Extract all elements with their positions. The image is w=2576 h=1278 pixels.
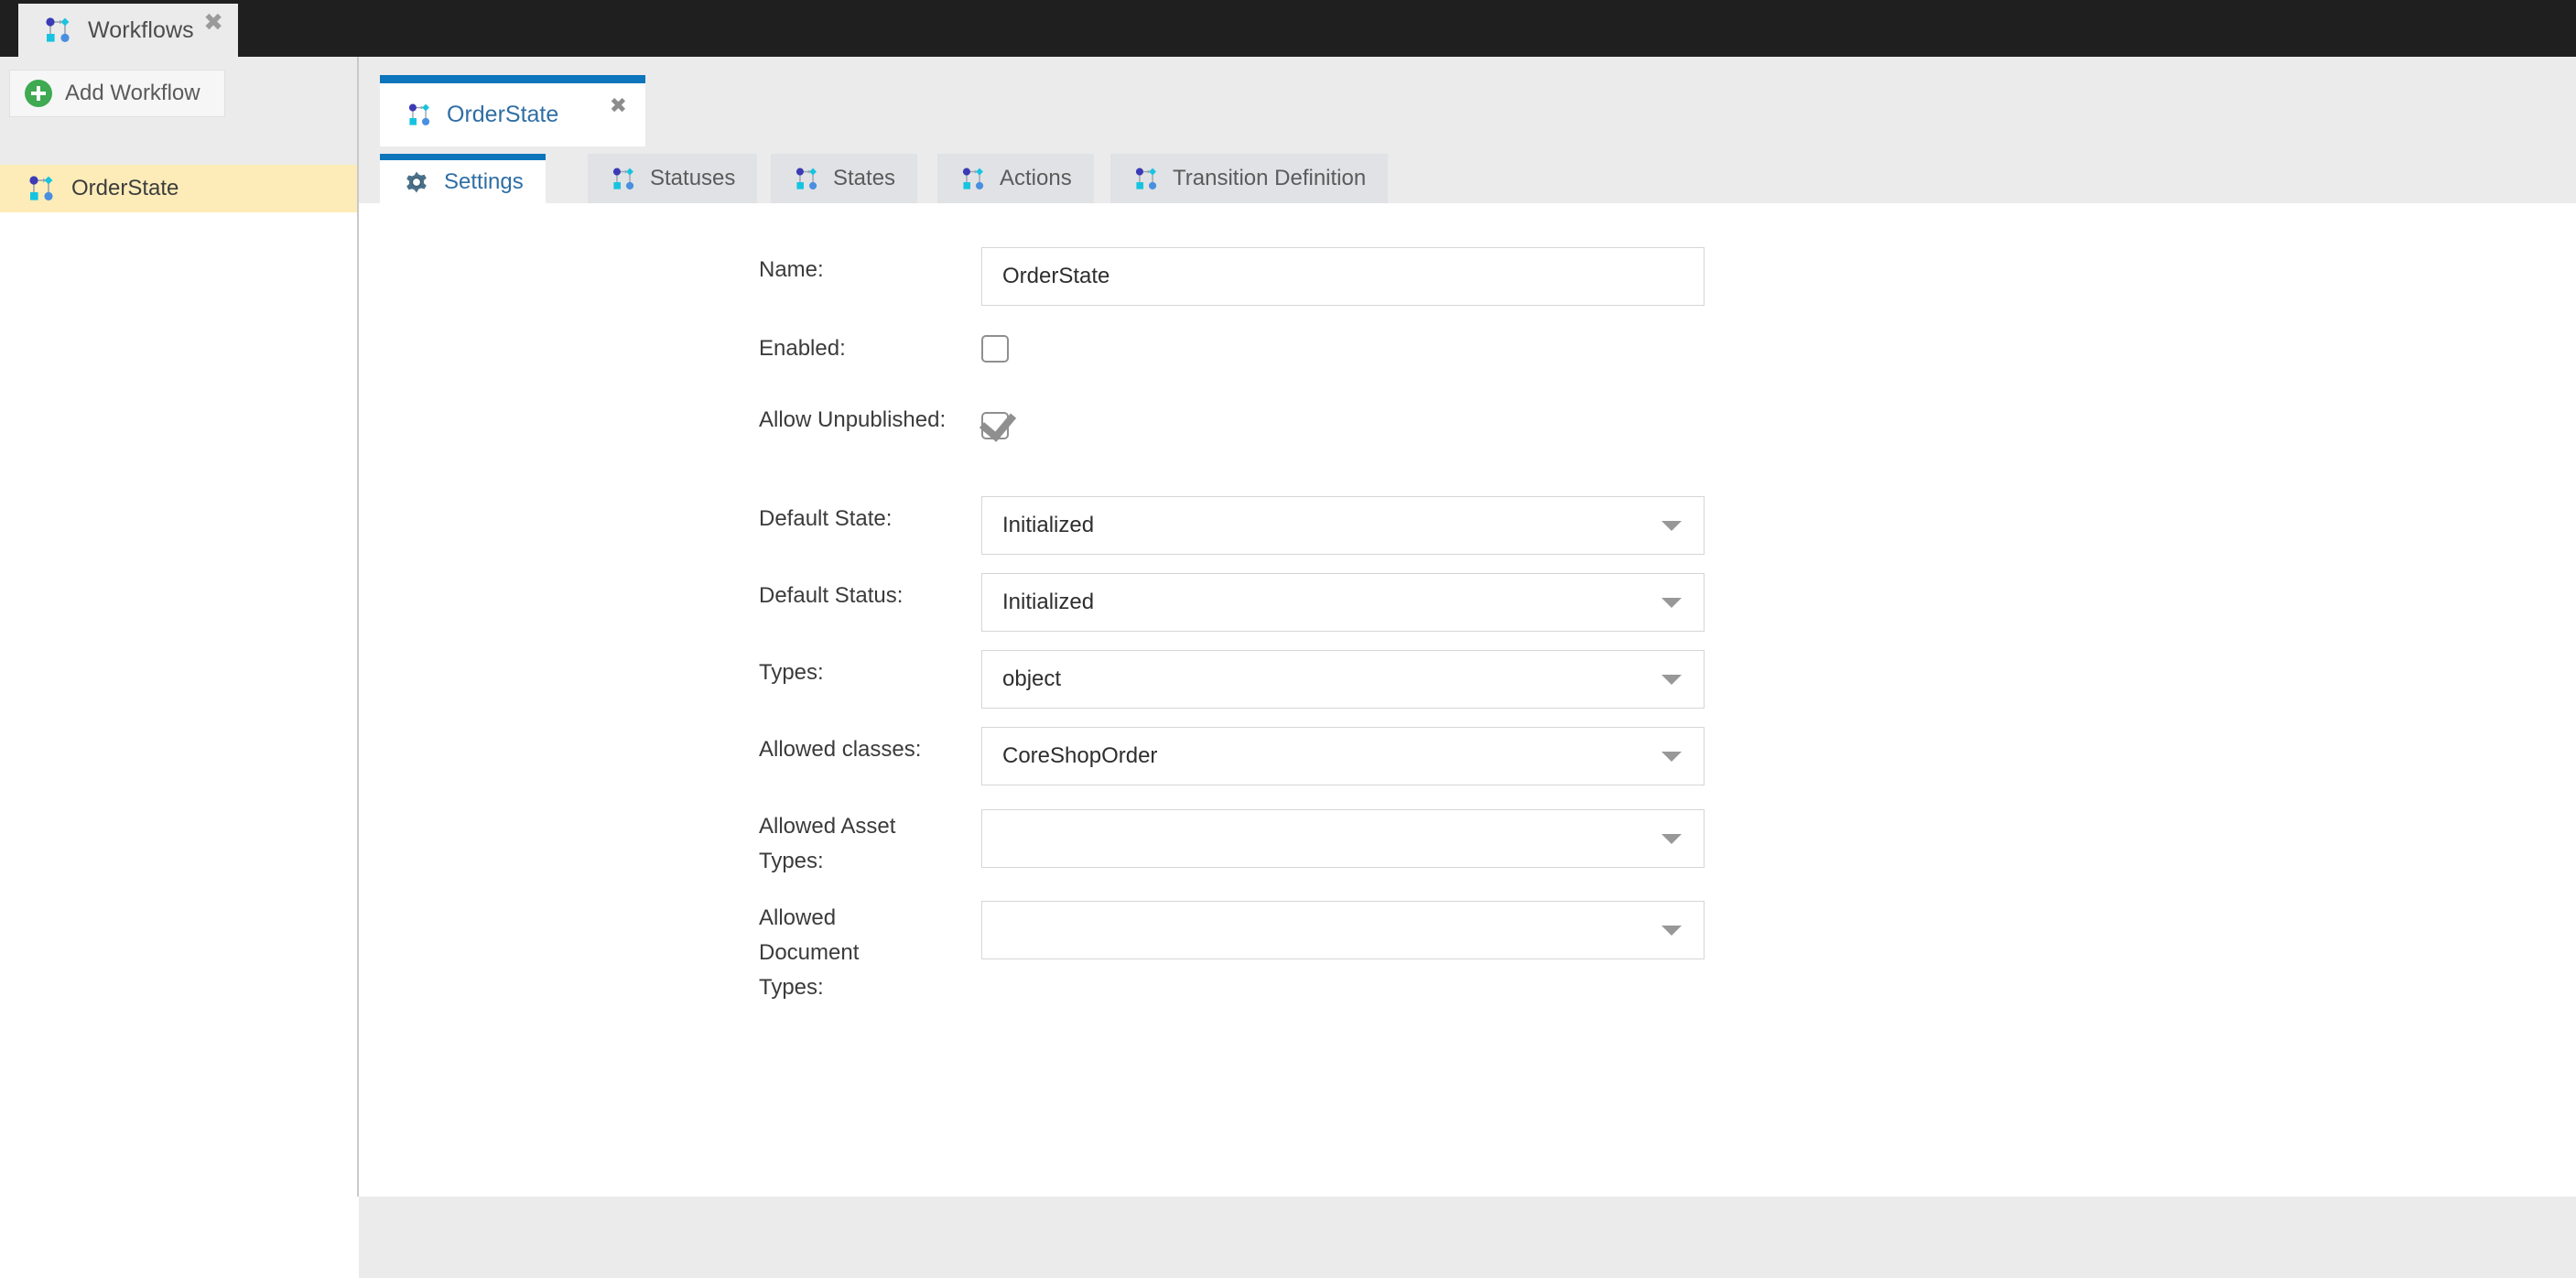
field-default-state: Default State: Initialized <box>759 496 1705 555</box>
tab-transition-definition-label: Transition Definition <box>1173 166 1366 191</box>
field-allow-unpublished: Allow Unpublished: <box>759 403 1009 439</box>
workflow-icon <box>959 167 987 191</box>
field-default-status-label: Default Status: <box>759 573 951 612</box>
allowed-document-types-select[interactable] <box>981 901 1705 959</box>
field-allowed-asset-types: Allowed Asset Types: <box>759 809 1705 879</box>
workflow-icon <box>406 103 433 127</box>
field-enabled: Enabled: <box>759 326 1009 364</box>
gear-icon <box>402 168 431 197</box>
tab-statuses-label: Statuses <box>650 166 735 191</box>
workflow-icon <box>26 175 57 202</box>
workspace: OrderState ✖ Settings <box>359 57 2576 1278</box>
default-status-select[interactable]: Initialized <box>981 573 1705 632</box>
chevron-down-icon <box>1661 598 1682 608</box>
sidebar: Add Workflow OrderState <box>0 57 359 1278</box>
allowed-classes-value: CoreShopOrder <box>1002 743 1157 769</box>
field-default-state-label: Default State: <box>759 496 951 535</box>
tab-states[interactable]: States <box>771 154 917 203</box>
default-state-select[interactable]: Initialized <box>981 496 1705 555</box>
document-tab-orderstate[interactable]: OrderState ✖ <box>380 75 645 146</box>
field-allowed-document-types-label: Allowed Document Types: <box>759 901 915 1005</box>
types-select[interactable]: object <box>981 650 1705 709</box>
sidebar-item-orderstate[interactable]: OrderState <box>0 165 359 212</box>
tab-transition-definition[interactable]: Transition Definition <box>1110 154 1388 203</box>
chevron-down-icon <box>1661 521 1682 531</box>
tab-states-label: States <box>833 166 895 191</box>
app-tab-label: Workflows <box>88 17 194 44</box>
field-default-status: Default Status: Initialized <box>759 573 1705 632</box>
allow-unpublished-checkbox[interactable] <box>981 412 1009 439</box>
default-state-value: Initialized <box>1002 513 1094 538</box>
add-workflow-label: Add Workflow <box>65 81 200 106</box>
sidebar-item-label: OrderState <box>71 176 179 201</box>
workflow-icon <box>610 167 637 191</box>
field-name: Name: OrderState <box>759 247 1705 306</box>
chevron-down-icon <box>1661 675 1682 685</box>
tab-actions[interactable]: Actions <box>937 154 1094 203</box>
default-status-value: Initialized <box>1002 590 1094 615</box>
chevron-down-icon <box>1661 752 1682 762</box>
field-allowed-classes: Allowed classes: CoreShopOrder <box>759 727 1705 785</box>
document-tab-label: OrderState <box>447 102 558 128</box>
name-input[interactable]: OrderState <box>981 247 1705 306</box>
tab-settings[interactable]: Settings <box>380 154 546 203</box>
workflow-icon <box>42 16 73 44</box>
field-types: Types: object <box>759 650 1705 709</box>
top-bar: Workflows ✖ <box>0 0 2576 57</box>
allowed-classes-select[interactable]: CoreShopOrder <box>981 727 1705 785</box>
field-allow-unpublished-label: Allow Unpublished: <box>759 403 951 438</box>
chevron-down-icon <box>1661 834 1682 844</box>
sidebar-header: Add Workflow <box>0 57 359 165</box>
workflow-icon <box>1132 167 1160 191</box>
close-icon[interactable]: ✖ <box>610 96 627 117</box>
add-workflow-button[interactable]: Add Workflow <box>9 70 225 117</box>
types-value: object <box>1002 666 1061 692</box>
settings-form: Name: OrderState Enabled: Allow Unpublis… <box>359 203 2576 1253</box>
close-icon[interactable]: ✖ <box>203 11 223 35</box>
enabled-checkbox[interactable] <box>981 335 1009 363</box>
field-types-label: Types: <box>759 650 951 688</box>
field-allowed-document-types: Allowed Document Types: <box>759 901 1705 1005</box>
workflow-icon <box>793 167 820 191</box>
plus-circle-icon <box>25 80 52 107</box>
settings-panel: Settings Statuses <box>359 146 2576 1253</box>
field-allowed-asset-types-label: Allowed Asset Types: <box>759 809 951 879</box>
subtab-bar: Settings Statuses <box>359 146 2576 203</box>
tab-statuses[interactable]: Statuses <box>588 154 757 203</box>
footer-strip <box>359 1197 2576 1278</box>
app-tab-workflows[interactable]: Workflows ✖ <box>18 4 238 57</box>
chevron-down-icon <box>1661 926 1682 936</box>
field-allowed-classes-label: Allowed classes: <box>759 727 951 765</box>
field-name-label: Name: <box>759 247 951 286</box>
field-enabled-label: Enabled: <box>759 326 951 364</box>
tab-settings-label: Settings <box>444 169 524 195</box>
tab-actions-label: Actions <box>1000 166 1072 191</box>
allowed-asset-types-select[interactable] <box>981 809 1705 868</box>
